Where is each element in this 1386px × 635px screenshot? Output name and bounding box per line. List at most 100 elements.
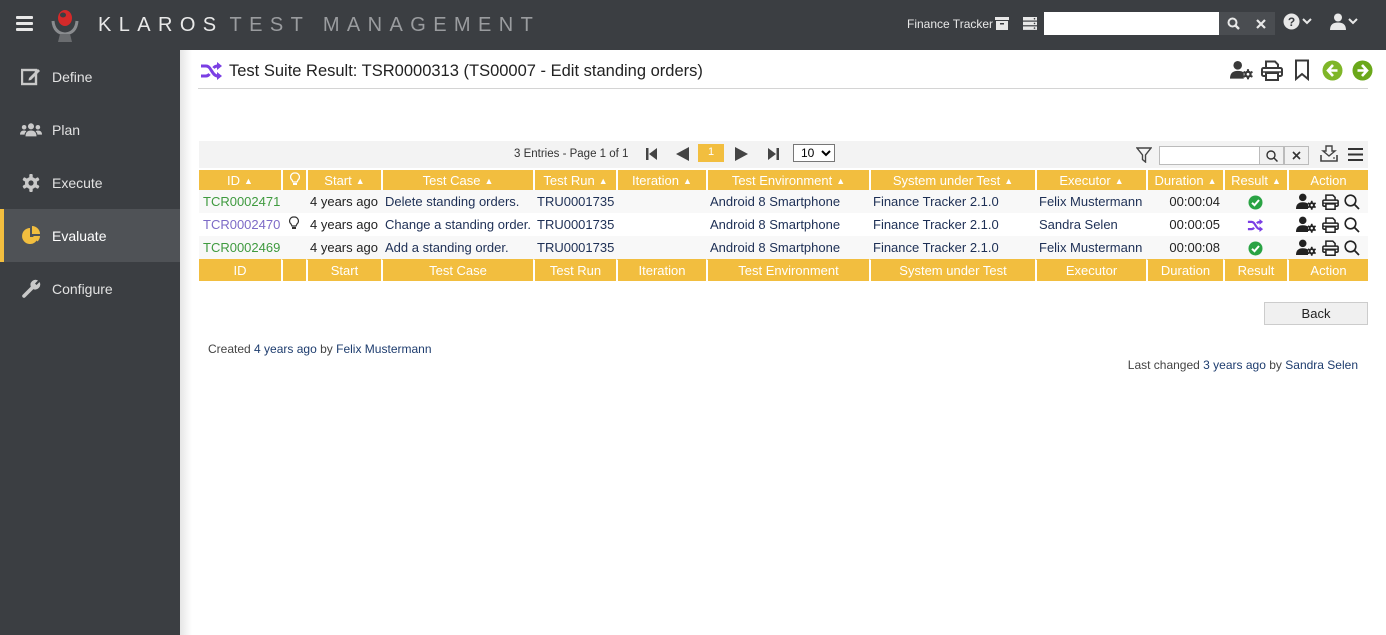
test-case-result-link[interactable]: TCR0002469 xyxy=(203,240,280,255)
test-case-link[interactable]: Add a standing order. xyxy=(385,240,509,255)
global-search-input[interactable] xyxy=(1044,12,1219,35)
sut-link[interactable]: Finance Tracker 2.1.0 xyxy=(873,240,999,255)
chevron-down-icon xyxy=(1348,18,1358,25)
sidebar-item-configure[interactable]: Configure xyxy=(0,262,180,315)
view-details-icon[interactable] xyxy=(1343,193,1360,210)
column-header-executor[interactable]: Executor ▲︎ xyxy=(1035,168,1146,190)
sort-icon: ▲︎ xyxy=(244,175,253,186)
duration-cell: 00:00:08 xyxy=(1146,236,1223,259)
user-menu[interactable] xyxy=(1330,13,1358,30)
executor-link[interactable]: Felix Mustermann xyxy=(1039,194,1142,209)
sort-icon: ▲︎ xyxy=(1271,175,1281,186)
column-header-test-environment[interactable]: Test Environment ▲︎ xyxy=(706,168,869,190)
help-menu[interactable]: ? xyxy=(1283,13,1312,30)
footer-test-run: Test Run xyxy=(533,259,616,281)
test-case-result-link[interactable]: TCR0002470 xyxy=(203,217,280,232)
column-header-id[interactable]: ID ▲︎ xyxy=(199,168,281,190)
assign-user-icon[interactable] xyxy=(1295,239,1317,256)
sidebar-shadow xyxy=(180,50,192,635)
sut-link[interactable]: Finance Tracker 2.1.0 xyxy=(873,217,999,232)
column-header-iteration[interactable]: Iteration ▲︎ xyxy=(616,168,706,190)
column-header-start[interactable]: Start ▲︎ xyxy=(306,168,381,190)
print-icon[interactable] xyxy=(1321,216,1339,233)
edit-icon xyxy=(20,66,42,88)
filter-icon[interactable] xyxy=(1135,147,1153,166)
test-case-link[interactable]: Change a standing order. xyxy=(385,217,531,232)
chevron-down-icon xyxy=(1302,18,1312,25)
column-header-system-under-test[interactable]: System under Test ▲︎ xyxy=(869,168,1035,190)
assign-user-icon[interactable] xyxy=(1230,58,1254,82)
sidebar-item-plan[interactable]: Plan xyxy=(0,103,180,156)
assign-user-icon[interactable] xyxy=(1295,216,1317,233)
print-icon[interactable] xyxy=(1260,58,1284,82)
sidebar-item-evaluate[interactable]: Evaluate xyxy=(0,209,180,262)
klaros-logo[interactable] xyxy=(47,7,83,43)
sut-link[interactable]: Finance Tracker 2.1.0 xyxy=(873,194,999,209)
sidebar-item-execute[interactable]: Execute xyxy=(0,156,180,209)
search-icon[interactable] xyxy=(1219,12,1247,35)
column-header-test-run[interactable]: Test Run ▲︎ xyxy=(533,168,616,190)
table-row[interactable]: TCR0002471 4 years ago Delete standing ord… xyxy=(199,190,1368,213)
sidebar-item-define[interactable]: Define xyxy=(0,50,180,103)
print-icon[interactable] xyxy=(1321,193,1339,210)
view-details-icon[interactable] xyxy=(1343,216,1360,233)
archive-icon[interactable] xyxy=(993,14,1011,32)
environment-link[interactable]: Android 8 Smartphone xyxy=(710,217,840,232)
column-menu-icon[interactable] xyxy=(1348,148,1363,164)
test-run-link[interactable]: TRU0001735 xyxy=(537,217,614,232)
environment-link[interactable]: Android 8 Smartphone xyxy=(710,240,840,255)
created-when-link[interactable]: 4 years ago xyxy=(254,342,317,356)
executor-link[interactable]: Sandra Selen xyxy=(1039,217,1118,232)
executor-cell: Felix Mustermann xyxy=(1035,236,1146,259)
id-cell: TCR0002470 xyxy=(199,213,281,236)
column-header-result[interactable]: Result ▲︎ xyxy=(1223,168,1287,190)
print-icon[interactable] xyxy=(1321,239,1339,256)
previous-arrow-icon[interactable] xyxy=(1320,58,1344,82)
next-arrow-icon[interactable] xyxy=(1350,58,1374,82)
back-button[interactable]: Back xyxy=(1264,302,1368,325)
current-project[interactable]: Finance Tracker xyxy=(907,17,993,31)
created-info: Created 4 years ago by Felix Mustermann xyxy=(208,342,432,356)
start-cell: 4 years ago xyxy=(306,190,381,213)
environment-link[interactable]: Android 8 Smartphone xyxy=(710,194,840,209)
current-page-button[interactable]: 1 xyxy=(698,144,724,162)
assign-user-icon[interactable] xyxy=(1295,193,1317,210)
last-page-icon[interactable] xyxy=(765,146,781,162)
page-size-select[interactable]: 10 xyxy=(793,144,835,162)
column-header-test-case[interactable]: Test Case ▲︎ xyxy=(381,168,533,190)
footer-executor: Executor xyxy=(1035,259,1146,281)
grid-filter-input[interactable] xyxy=(1159,146,1260,165)
grid-search-icon[interactable] xyxy=(1259,146,1284,165)
sidebar-item-label: Plan xyxy=(52,121,81,138)
test-case-link[interactable]: Delete standing orders. xyxy=(385,194,519,209)
top-bar: KLAROS TEST MANAGEMENT Finance Tracker ? xyxy=(0,0,1386,50)
server-icon[interactable] xyxy=(1021,14,1039,32)
test-run-cell: TRU0001735 xyxy=(533,213,616,236)
first-page-icon[interactable] xyxy=(643,146,659,162)
shuffle-icon xyxy=(1247,219,1264,233)
view-details-icon[interactable] xyxy=(1343,239,1360,256)
gear-icon xyxy=(20,172,42,194)
duration-cell: 00:00:04 xyxy=(1146,190,1223,213)
executor-link[interactable]: Felix Mustermann xyxy=(1039,240,1142,255)
bookmark-icon[interactable] xyxy=(1290,58,1314,82)
changed-when-link[interactable]: 3 years ago xyxy=(1203,358,1266,372)
grid-clear-icon[interactable] xyxy=(1284,146,1309,165)
test-run-link[interactable]: TRU0001735 xyxy=(537,194,614,209)
clear-icon[interactable] xyxy=(1247,12,1275,35)
test-run-link[interactable]: TRU0001735 xyxy=(537,240,614,255)
table-row[interactable]: TCR0002470 4 years ago Change a standing o… xyxy=(199,213,1368,236)
menu-toggle-icon[interactable] xyxy=(16,16,33,31)
next-page-icon[interactable] xyxy=(733,146,749,162)
export-icon[interactable] xyxy=(1320,145,1338,165)
column-header-duration[interactable]: Duration ▲︎ xyxy=(1146,168,1223,190)
table-row[interactable]: TCR0002469 4 years ago Add a standing orde… xyxy=(199,236,1368,259)
column-header-hint[interactable] xyxy=(281,168,306,190)
test-case-result-link[interactable]: TCR0002471 xyxy=(203,194,280,209)
previous-page-icon[interactable] xyxy=(674,146,690,162)
changed-by-link[interactable]: Sandra Selen xyxy=(1285,358,1358,372)
lightbulb-icon[interactable] xyxy=(288,216,299,233)
created-by-link[interactable]: Felix Mustermann xyxy=(336,342,431,356)
duration-cell: 00:00:05 xyxy=(1146,213,1223,236)
sut-cell: Finance Tracker 2.1.0 xyxy=(869,190,1035,213)
